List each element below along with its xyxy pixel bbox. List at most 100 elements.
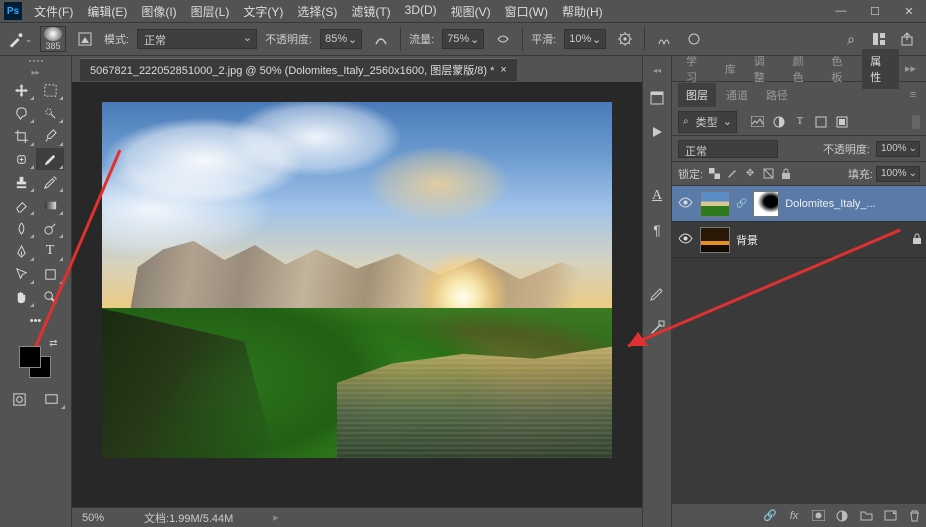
new-fill-layer-icon[interactable] [834,508,850,524]
brush-settings-panel-icon[interactable] [646,317,668,339]
menu-view[interactable]: 视图(V) [445,1,497,22]
eraser-tool[interactable] [7,194,35,216]
lasso-tool[interactable] [7,102,35,124]
layer-filter-type[interactable]: ⌕ 类型 ⌄ [678,111,737,133]
document-tab[interactable]: 5067821_222052851000_2.jpg @ 50% (Dolomi… [80,58,517,81]
delete-layer-icon[interactable] [906,508,922,524]
filter-shape-icon[interactable] [812,114,830,130]
minimize-button[interactable]: — [828,3,854,19]
zoom-tool[interactable] [36,286,64,308]
blend-mode-select[interactable]: 正常 [137,29,257,49]
new-group-icon[interactable] [858,508,874,524]
quick-select-tool[interactable] [36,102,64,124]
layer-thumbnail[interactable] [700,227,730,253]
new-layer-icon[interactable] [882,508,898,524]
tab-layers[interactable]: 图层 [678,83,716,107]
layer-name[interactable]: 背景 [736,232,906,248]
lock-transparency-icon[interactable] [706,166,722,182]
layer-thumbnail[interactable] [700,191,730,217]
pressure-size-icon[interactable] [683,28,705,50]
flow-input[interactable]: 75%⌄ [442,29,484,49]
brush-settings-icon[interactable] [74,28,96,50]
smoothing-options-icon[interactable] [614,28,636,50]
layer-fx-icon[interactable]: fx [786,508,802,524]
menu-select[interactable]: 选择(S) [291,1,343,22]
zoom-level[interactable]: 50% [82,512,104,524]
blur-tool[interactable] [7,217,35,239]
filter-smart-icon[interactable] [833,114,851,130]
brush-tool[interactable] [36,148,64,170]
type-tool[interactable]: T [36,240,64,262]
menu-window[interactable]: 窗口(W) [499,1,554,22]
eyedropper-tool[interactable] [36,125,64,147]
toolbox-grip[interactable] [16,60,56,66]
layer-blend-mode[interactable]: 正常 [678,140,778,158]
tab-paths[interactable]: 路径 [758,83,796,107]
close-tab-icon[interactable]: × [500,64,506,76]
move-tool[interactable] [7,79,35,101]
link-layers-icon[interactable]: 🔗 [762,508,778,524]
layer-mask-thumbnail[interactable] [753,191,779,217]
shape-tool[interactable] [36,263,64,285]
lock-artboard-icon[interactable] [760,166,776,182]
history-brush-tool[interactable] [36,171,64,193]
dodge-tool[interactable] [36,217,64,239]
pressure-opacity-icon[interactable] [370,28,392,50]
smoothing-input[interactable]: 10%⌄ [564,29,606,49]
menu-3d[interactable]: 3D(D) [399,1,443,22]
swap-colors-icon[interactable]: ⇄ [49,338,57,349]
filter-pixel-icon[interactable] [749,114,767,130]
character-panel-icon[interactable]: A [646,185,668,207]
quickmask-icon[interactable] [6,388,34,410]
menu-help[interactable]: 帮助(H) [556,1,609,22]
menu-file[interactable]: 文件(F) [28,1,79,22]
layer-name[interactable]: Dolomites_Italy_... [785,198,922,210]
current-tool-icon[interactable]: ⌄ [8,27,32,51]
fill-input[interactable]: 100%⌄ [876,166,920,182]
add-mask-icon[interactable] [810,508,826,524]
history-panel-icon[interactable] [646,87,668,109]
lock-all-icon[interactable] [778,166,794,182]
hand-tool[interactable] [7,286,35,308]
doc-status[interactable]: 文档:1.99M/5.44M [144,510,233,526]
filter-toggle[interactable] [912,115,920,129]
tab-channels[interactable]: 通道 [718,83,756,107]
tab-libraries[interactable]: 库 [717,57,744,81]
actions-panel-icon[interactable] [646,121,668,143]
brush-preset-picker[interactable]: 385 [40,26,66,52]
menu-filter[interactable]: 滤镜(T) [345,1,396,22]
marquee-tool[interactable] [36,79,64,101]
visibility-icon[interactable] [676,233,694,247]
toolbox-collapse-icon[interactable]: ▸▸ [31,68,39,77]
stamp-tool[interactable] [7,171,35,193]
edit-toolbar-button[interactable]: ••• [8,310,64,332]
foreground-color[interactable] [19,346,41,368]
layer-opacity-input[interactable]: 100%⌄ [876,141,920,157]
paragraph-panel-icon[interactable]: ¶ [646,219,668,241]
layers-panel-menu-icon[interactable]: ≡ [906,89,920,101]
mask-link-icon[interactable]: 🔗 [736,198,747,209]
search-icon[interactable]: ⌕ [840,28,862,50]
layer-row[interactable]: 背景 [672,222,926,258]
symmetry-icon[interactable] [653,28,675,50]
dock-expand-icon[interactable]: ◂◂ [653,66,661,75]
menu-type[interactable]: 文字(Y) [237,1,289,22]
gradient-tool[interactable] [36,194,64,216]
visibility-icon[interactable] [676,197,694,211]
maximize-button[interactable]: ☐ [862,3,888,19]
layer-row[interactable]: 🔗 Dolomites_Italy_... [672,186,926,222]
share-icon[interactable] [896,28,918,50]
menu-layer[interactable]: 图层(L) [185,1,236,22]
menu-edit[interactable]: 编辑(E) [81,1,133,22]
canvas-area[interactable] [72,82,642,507]
filter-adjust-icon[interactable] [770,114,788,130]
filter-type-icon[interactable]: T [791,114,809,130]
lock-position-icon[interactable]: ✥ [742,166,758,182]
pen-tool[interactable] [7,240,35,262]
opacity-input[interactable]: 85%⌄ [320,29,362,49]
menu-image[interactable]: 图像(I) [135,1,182,22]
lock-pixels-icon[interactable] [724,166,740,182]
canvas-image[interactable] [102,102,612,458]
healing-tool[interactable] [7,148,35,170]
panel-collapse-icon[interactable]: ▸▸ [901,62,920,75]
